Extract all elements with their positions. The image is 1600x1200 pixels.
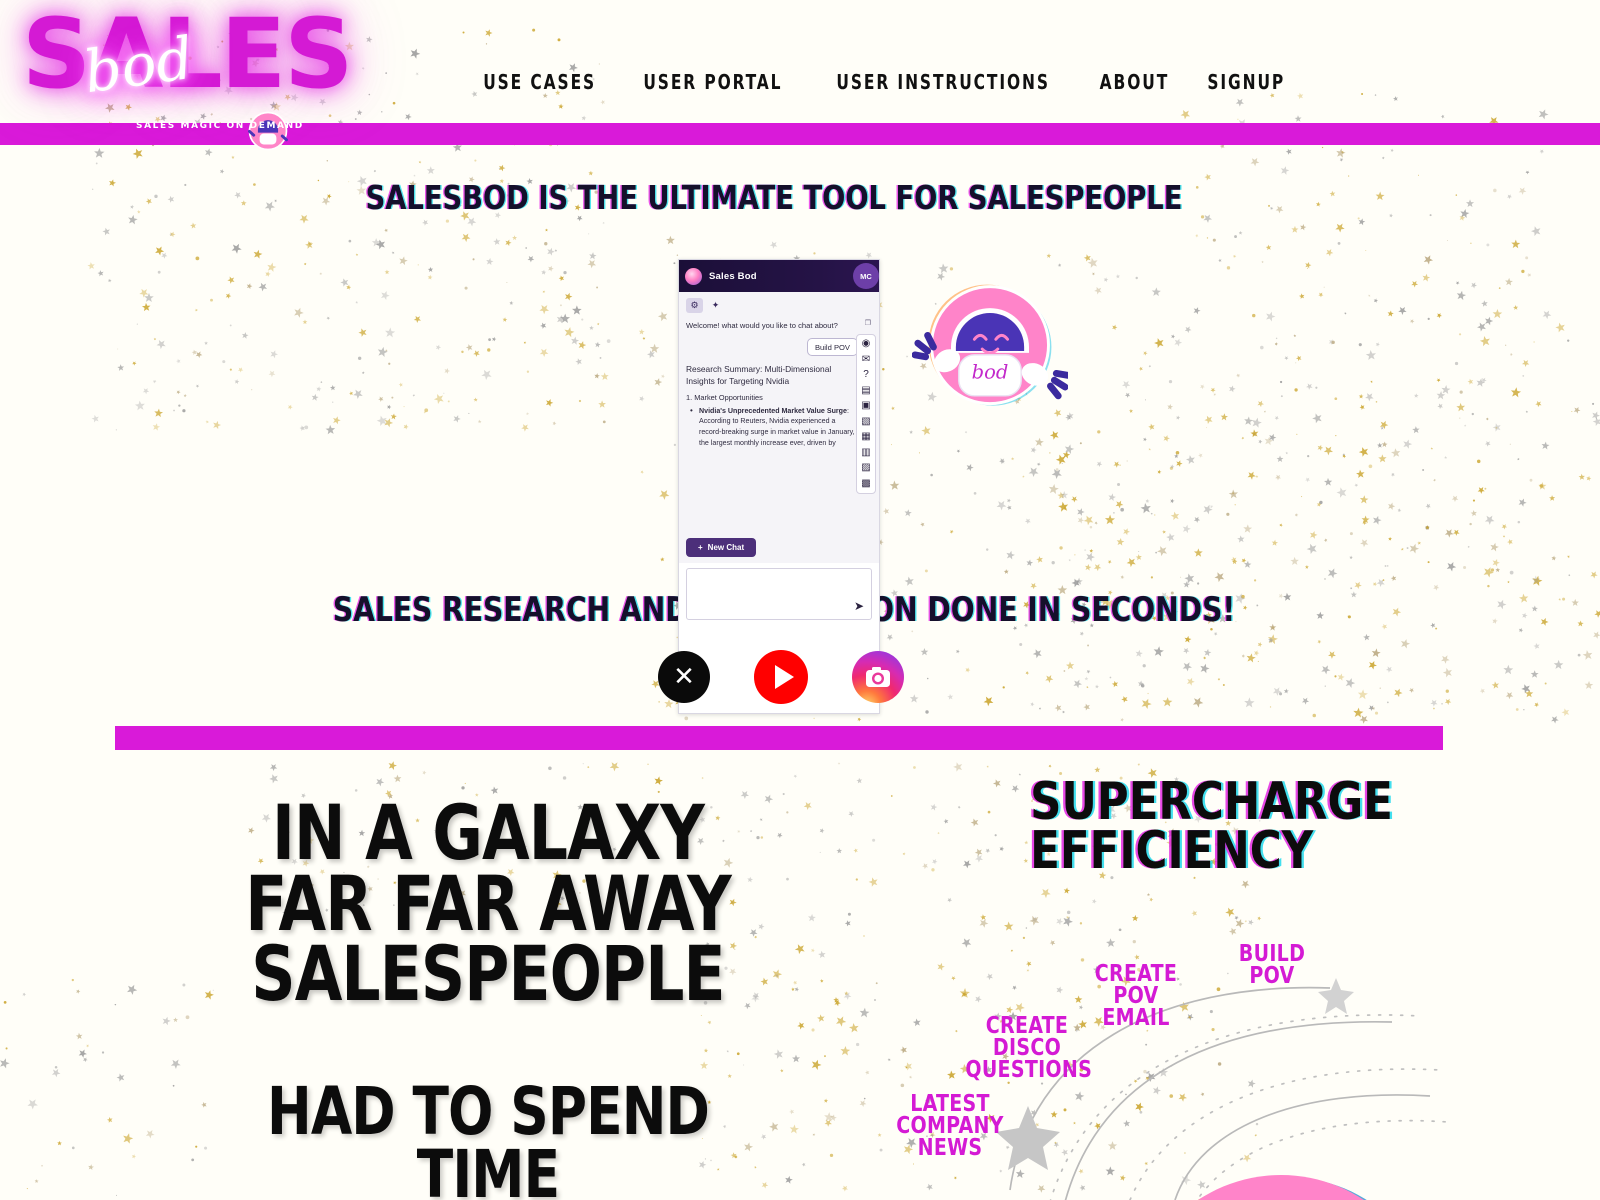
chat-icon-rail: ◉ ✉ ? ▤ ▣ ▧ ▦ ▥ ▨ ▩ (856, 334, 876, 494)
chat-research-response: ❐ Research Summary: Multi-Dimensional In… (686, 364, 872, 448)
chat-message-area: ⚙ ✦ Welcome! what would you like to chat… (679, 292, 879, 531)
chat-app-screenshot[interactable]: Sales Bod MC ⚙ ✦ Welcome! what would you… (678, 259, 880, 714)
galaxy-heading: IN A GALAXY FAR FAR AWAY SALESPEOPLE (245, 788, 731, 1019)
chat-settings-icon[interactable]: ⚙ (686, 298, 703, 313)
play-icon (774, 665, 794, 689)
nav-user-instructions[interactable]: USER INSTRUCTIONS (826, 66, 1062, 98)
social-youtube-button[interactable] (754, 650, 808, 704)
new-chat-button[interactable]: + New Chat (686, 538, 757, 557)
question-mark-icon[interactable]: ? (863, 369, 869, 381)
chat-topbar: Sales Bod MC (679, 260, 879, 292)
envelope-icon[interactable]: ✉ (862, 354, 870, 366)
supercharge-heading: SUPERCHARGE EFFICIENCY (1030, 772, 1393, 882)
document-icon[interactable]: ▥ (861, 447, 870, 459)
chat-action-row: Build POV (686, 338, 872, 356)
chat-welcome-message: Welcome! what would you like to chat abo… (686, 320, 872, 331)
building-icon[interactable]: ▩ (861, 478, 870, 490)
send-icon[interactable]: ➤ (854, 599, 864, 613)
robot-mascot-large (1126, 1140, 1436, 1200)
social-links: ✕ (0, 650, 1562, 704)
eye-icon[interactable]: ◉ (862, 338, 871, 350)
social-instagram-button[interactable] (852, 651, 904, 703)
section-divider-bar (115, 726, 1443, 750)
value-prop-section: IN A GALAXY FAR FAR AWAY SALESPEOPLE HAD… (0, 750, 1600, 1200)
hero-headline: SALESBOD IS THE ULTIMATE TOOL FOR SALESP… (365, 178, 1183, 217)
logo-robot-icon (248, 111, 288, 151)
site-header: SALES bod USE CASES USER PORTAL USER INS… (0, 0, 1600, 125)
chat-sparkle-icon[interactable]: ✦ (707, 298, 724, 313)
chart-icon[interactable]: ▨ (861, 462, 870, 474)
research-bullet-bold: Nvidia's Unprecedented Market Value Surg… (699, 406, 847, 415)
chat-app-title: Sales Bod (709, 270, 757, 282)
galaxy-body-copy: HAD TO SPEND TIME RESEARCHING, CREATING (267, 1073, 710, 1200)
research-bullet: Nvidia's Unprecedented Market Value Surg… (686, 405, 858, 449)
orbit-label-create-disco-questions[interactable]: CREATE DISCO QUESTIONS (965, 1015, 1091, 1082)
chat-bot-avatar-icon (685, 267, 702, 285)
main-navigation: USE CASES USER PORTAL USER INSTRUCTIONS … (461, 66, 1304, 98)
hero-section: SALESBOD IS THE ULTIMATE TOOL FOR SALESP… (0, 145, 1600, 725)
chat-newchat-area: + New Chat (679, 531, 879, 563)
nav-use-cases[interactable]: USE CASES (472, 66, 607, 98)
logo-tagline: SALES MAGIC ON DEMAND (136, 121, 304, 131)
copy-icon[interactable]: ❐ (865, 319, 871, 329)
build-pov-chip[interactable]: Build POV (806, 338, 858, 356)
research-section-heading: 1. Market Opportunities (686, 392, 763, 402)
chat-tool-buttons: ⚙ ✦ (686, 298, 872, 313)
research-title: Research Summary: Multi-Dimensional Insi… (686, 364, 832, 386)
plus-icon: + (698, 543, 703, 552)
svg-text:bod: bod (972, 360, 1009, 383)
megaphone-icon[interactable]: ▧ (861, 416, 870, 428)
nav-about[interactable]: ABOUT (1088, 66, 1180, 98)
people-icon[interactable]: ▦ (861, 431, 870, 443)
orbit-label-create-pov-email[interactable]: CREATE POV EMAIL (1084, 963, 1187, 1030)
news-icon[interactable]: ▣ (861, 400, 870, 412)
logo-script-bod: bod (79, 23, 198, 107)
robot-mascot-hero: bod (912, 284, 1068, 406)
chat-user-avatar[interactable]: MC (853, 263, 879, 289)
nav-user-portal[interactable]: USER PORTAL (632, 66, 793, 98)
chat-welcome-text: Welcome! what would you like to chat abo… (686, 321, 838, 330)
orbit-label-latest-company-news[interactable]: LATEST COMPANY NEWS (878, 1093, 1022, 1160)
social-x-button[interactable]: ✕ (658, 651, 710, 703)
x-icon: ✕ (673, 662, 695, 692)
new-chat-label: New Chat (707, 543, 745, 552)
orbit-label-build-pov[interactable]: BUILD POV (1217, 943, 1327, 988)
nav-signup[interactable]: SIGNUP (1196, 66, 1296, 98)
camera-icon (866, 667, 890, 687)
chat-input-field[interactable]: ➤ (686, 568, 872, 620)
presentation-icon[interactable]: ▤ (861, 385, 870, 397)
